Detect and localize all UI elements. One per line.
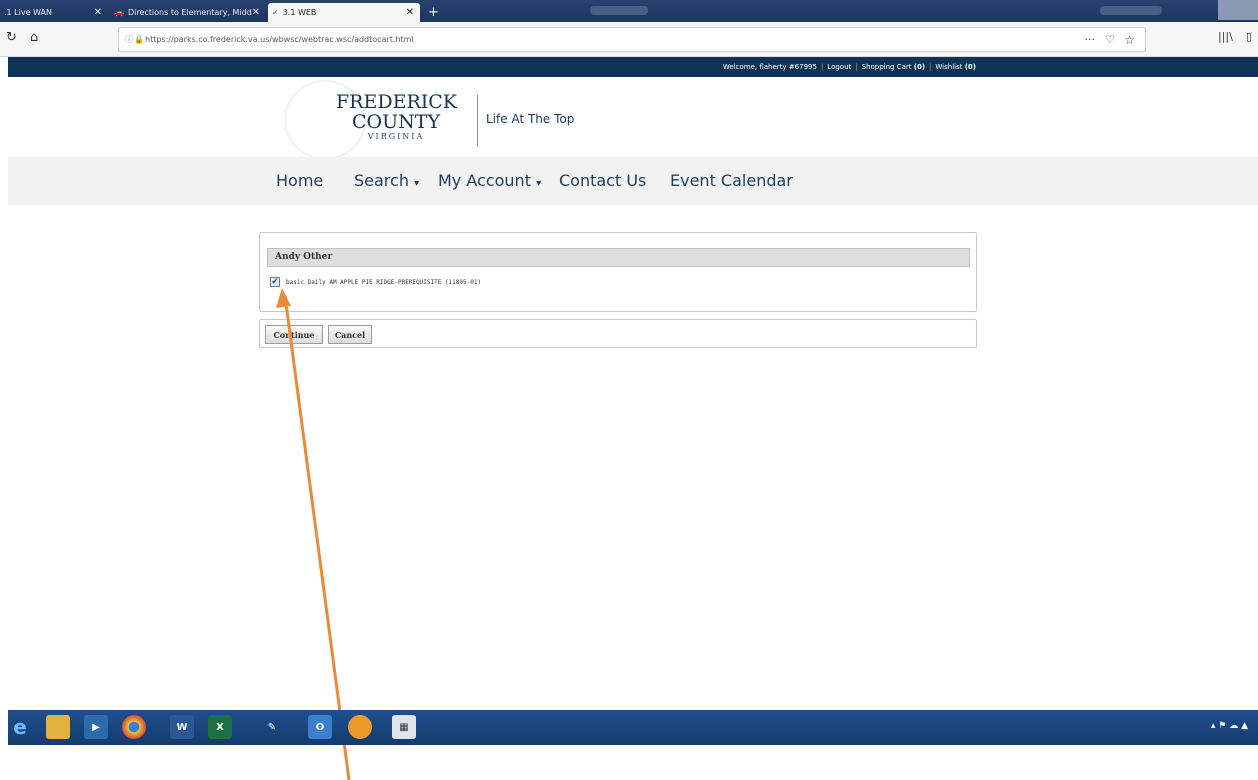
nav-contact-us[interactable]: Contact Us <box>559 171 646 190</box>
tab-live-wan[interactable]: .1 Live WAN ✕ <box>0 3 108 22</box>
window-controls[interactable] <box>1218 0 1258 20</box>
system-tray[interactable]: ▴ ⚑ ☁ ▲ <box>1211 721 1248 731</box>
logout-link[interactable]: Logout <box>827 63 851 71</box>
cancel-button[interactable]: Cancel <box>328 325 372 344</box>
logo-wordmark: FREDERICK COUNTY VIRGINIA <box>336 91 458 141</box>
cart-item-row[interactable]: ✔ basic Daily AM APPLE PIE RIDGE-PREREQU… <box>270 275 481 289</box>
wishlist-link[interactable]: Wishlist (0) <box>935 63 976 71</box>
site-account-strip: Welcome, flaherty #67995 | Logout | Shop… <box>8 57 1258 77</box>
close-icon[interactable]: ✕ <box>406 7 414 18</box>
item-checkbox[interactable]: ✔ <box>270 277 280 287</box>
add-to-cart-panel: Andy Other ✔ basic Daily AM APPLE PIE RI… <box>259 232 977 312</box>
database-icon[interactable] <box>348 715 372 739</box>
pocket-icon[interactable]: ♡ <box>1105 33 1115 46</box>
main-navigation: Home Search ▾ My Account ▾ Contact Us Ev… <box>8 157 1258 205</box>
excel-icon[interactable]: X <box>208 715 232 739</box>
shopping-cart-link[interactable]: Shopping Cart (0) <box>862 63 925 71</box>
county-logo[interactable]: FREDERICK COUNTY VIRGINIA Life At The To… <box>280 80 600 160</box>
word-icon[interactable]: W <box>170 715 194 739</box>
close-icon[interactable]: ✕ <box>94 7 102 18</box>
tab-directions[interactable]: 🚗 Directions to Elementary, Midd ✕ <box>110 3 266 22</box>
library-icon[interactable]: |||\ <box>1218 30 1233 43</box>
welcome-text: Welcome, flaherty #67995 <box>722 63 817 71</box>
chrome-icon[interactable] <box>122 715 146 739</box>
reload-icon[interactable]: ↻ <box>6 30 17 45</box>
nav-search[interactable]: Search ▾ <box>354 171 419 190</box>
outlook-icon[interactable]: O <box>308 715 332 739</box>
chevron-down-icon: ▾ <box>536 178 542 189</box>
tab-label: Directions to Elementary, Midd <box>127 8 252 17</box>
blurred-user <box>1100 6 1162 15</box>
close-icon[interactable]: ✕ <box>252 7 260 18</box>
nav-home[interactable]: Home <box>276 171 323 190</box>
person-header: Andy Other <box>267 248 970 267</box>
new-tab-button[interactable]: + <box>424 3 444 22</box>
continue-button[interactable]: Continue <box>265 325 323 344</box>
logo-divider <box>477 95 478 147</box>
tagline: Life At The Top <box>486 112 575 126</box>
media-player-icon[interactable]: ▶ <box>84 715 108 739</box>
blurred-title <box>590 6 648 15</box>
tab-label: .1 Live WAN <box>4 8 52 17</box>
url-text: https://parks.co.frederick.va.us/wbwsc/w… <box>145 35 414 44</box>
check-icon: ✓ <box>272 8 279 17</box>
bookmark-star-icon[interactable]: ☆ <box>1124 33 1135 47</box>
arrow-shaft <box>283 295 351 780</box>
url-bar[interactable]: ⓘ 🔒 https://parks.co.frederick.va.us/wbw… <box>118 27 1146 52</box>
sidebar-icon[interactable]: ▯ <box>1246 30 1252 43</box>
info-icon: ⓘ <box>125 35 133 44</box>
browser-toolbar: ↻ ⌂ ⓘ 🔒 https://parks.co.frederick.va.us… <box>0 22 1258 57</box>
tool-icon[interactable]: ✎ <box>260 715 284 739</box>
nav-event-calendar[interactable]: Event Calendar <box>670 171 793 190</box>
browser-tab-bar: .1 Live WAN ✕ 🚗 Directions to Elementary… <box>0 0 1258 22</box>
tab-label: 3.1 WEB <box>282 8 317 17</box>
annotation-arrow <box>276 288 351 780</box>
calculator-icon[interactable]: ▦ <box>392 715 416 739</box>
file-explorer-icon[interactable] <box>46 715 70 739</box>
action-bar: Continue Cancel <box>259 319 977 348</box>
nav-my-account[interactable]: My Account ▾ <box>438 171 541 190</box>
car-icon: 🚗 <box>114 8 124 17</box>
lock-icon: 🔒 <box>134 35 144 44</box>
windows-taskbar: e ▶ W X ✎ O ▦ ▴ ⚑ ☁ ▲ <box>8 710 1258 745</box>
item-label: basic Daily AM APPLE PIE RIDGE-PREREQUIS… <box>286 278 482 286</box>
chevron-down-icon: ▾ <box>414 178 420 189</box>
tab-web[interactable]: ✓ 3.1 WEB ✕ <box>268 3 420 22</box>
page-actions-icon[interactable]: ··· <box>1085 33 1096 46</box>
home-icon[interactable]: ⌂ <box>30 30 38 45</box>
internet-explorer-icon[interactable]: e <box>8 715 32 739</box>
